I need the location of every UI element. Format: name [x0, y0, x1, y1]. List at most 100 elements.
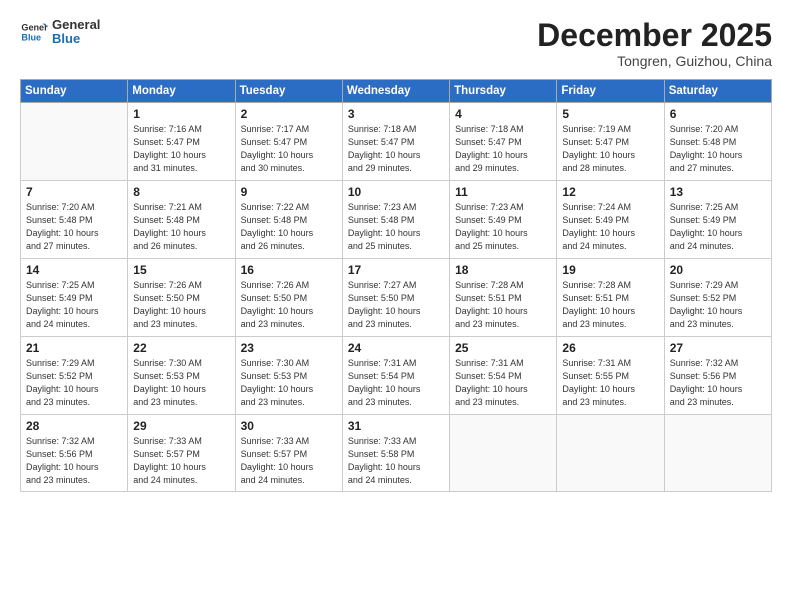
- day-number: 26: [562, 341, 658, 355]
- calendar-cell: 26 Sunrise: 7:31 AM Sunset: 5:55 PM Dayli…: [557, 337, 664, 415]
- calendar-cell: [21, 103, 128, 181]
- calendar-cell: [664, 415, 771, 492]
- weekday-header-wednesday: Wednesday: [342, 80, 449, 103]
- day-info: Sunrise: 7:23 AM Sunset: 5:49 PM Dayligh…: [455, 201, 551, 253]
- day-info: Sunrise: 7:20 AM Sunset: 5:48 PM Dayligh…: [26, 201, 122, 253]
- calendar-cell: 12 Sunrise: 7:24 AM Sunset: 5:49 PM Dayli…: [557, 181, 664, 259]
- day-info: Sunrise: 7:22 AM Sunset: 5:48 PM Dayligh…: [241, 201, 337, 253]
- day-number: 12: [562, 185, 658, 199]
- calendar-cell: 2 Sunrise: 7:17 AM Sunset: 5:47 PM Daylig…: [235, 103, 342, 181]
- day-number: 14: [26, 263, 122, 277]
- weekday-header-sunday: Sunday: [21, 80, 128, 103]
- calendar-cell: 25 Sunrise: 7:31 AM Sunset: 5:54 PM Dayli…: [450, 337, 557, 415]
- calendar-cell: 24Sunrise: 7:31 AM Sunset: 5:54 PM Dayli…: [342, 337, 449, 415]
- day-number: 15: [133, 263, 229, 277]
- calendar-cell: 10 Sunrise: 7:23 AM Sunset: 5:48 PM Dayli…: [342, 181, 449, 259]
- day-number: 20: [670, 263, 766, 277]
- calendar-cell: 7Sunrise: 7:20 AM Sunset: 5:48 PM Daylig…: [21, 181, 128, 259]
- calendar-cell: 18 Sunrise: 7:28 AM Sunset: 5:51 PM Dayli…: [450, 259, 557, 337]
- day-info: Sunrise: 7:18 AM Sunset: 5:47 PM Dayligh…: [455, 123, 551, 175]
- logo-icon: General Blue: [20, 18, 48, 46]
- weekday-header-saturday: Saturday: [664, 80, 771, 103]
- day-number: 6: [670, 107, 766, 121]
- calendar-cell: 1Sunrise: 7:16 AM Sunset: 5:47 PM Daylig…: [128, 103, 235, 181]
- day-number: 3: [348, 107, 444, 121]
- day-info: Sunrise: 7:31 AM Sunset: 5:54 PM Dayligh…: [455, 357, 551, 409]
- day-number: 31: [348, 419, 444, 433]
- weekday-header-monday: Monday: [128, 80, 235, 103]
- weekday-header-row: SundayMondayTuesdayWednesdayThursdayFrid…: [21, 80, 772, 103]
- day-number: 4: [455, 107, 551, 121]
- day-info: Sunrise: 7:26 AM Sunset: 5:50 PM Dayligh…: [133, 279, 229, 331]
- day-info: Sunrise: 7:28 AM Sunset: 5:51 PM Dayligh…: [455, 279, 551, 331]
- day-info: Sunrise: 7:32 AM Sunset: 5:56 PM Dayligh…: [26, 435, 122, 487]
- calendar-cell: 11 Sunrise: 7:23 AM Sunset: 5:49 PM Dayli…: [450, 181, 557, 259]
- day-number: 8: [133, 185, 229, 199]
- day-number: 29: [133, 419, 229, 433]
- week-row-2: 7Sunrise: 7:20 AM Sunset: 5:48 PM Daylig…: [21, 181, 772, 259]
- calendar-cell: 23 Sunrise: 7:30 AM Sunset: 5:53 PM Dayli…: [235, 337, 342, 415]
- day-number: 16: [241, 263, 337, 277]
- day-info: Sunrise: 7:25 AM Sunset: 5:49 PM Dayligh…: [26, 279, 122, 331]
- calendar-cell: [557, 415, 664, 492]
- calendar-cell: [450, 415, 557, 492]
- calendar-cell: 8 Sunrise: 7:21 AM Sunset: 5:48 PM Daylig…: [128, 181, 235, 259]
- calendar-cell: 13 Sunrise: 7:25 AM Sunset: 5:49 PM Dayli…: [664, 181, 771, 259]
- day-info: Sunrise: 7:33 AM Sunset: 5:57 PM Dayligh…: [241, 435, 337, 487]
- day-number: 21: [26, 341, 122, 355]
- day-info: Sunrise: 7:20 AM Sunset: 5:48 PM Dayligh…: [670, 123, 766, 175]
- day-info: Sunrise: 7:31 AM Sunset: 5:55 PM Dayligh…: [562, 357, 658, 409]
- month-title: December 2025: [537, 18, 772, 53]
- day-info: Sunrise: 7:25 AM Sunset: 5:49 PM Dayligh…: [670, 201, 766, 253]
- day-info: Sunrise: 7:16 AM Sunset: 5:47 PM Dayligh…: [133, 123, 229, 175]
- logo: General Blue General Blue: [20, 18, 100, 47]
- calendar-cell: 28Sunrise: 7:32 AM Sunset: 5:56 PM Dayli…: [21, 415, 128, 492]
- day-number: 11: [455, 185, 551, 199]
- day-number: 10: [348, 185, 444, 199]
- day-info: Sunrise: 7:18 AM Sunset: 5:47 PM Dayligh…: [348, 123, 444, 175]
- calendar-cell: 17Sunrise: 7:27 AM Sunset: 5:50 PM Dayli…: [342, 259, 449, 337]
- calendar-cell: 6 Sunrise: 7:20 AM Sunset: 5:48 PM Daylig…: [664, 103, 771, 181]
- week-row-3: 14 Sunrise: 7:25 AM Sunset: 5:49 PM Dayli…: [21, 259, 772, 337]
- calendar-cell: 4 Sunrise: 7:18 AM Sunset: 5:47 PM Daylig…: [450, 103, 557, 181]
- day-number: 19: [562, 263, 658, 277]
- day-info: Sunrise: 7:28 AM Sunset: 5:51 PM Dayligh…: [562, 279, 658, 331]
- calendar-cell: 5 Sunrise: 7:19 AM Sunset: 5:47 PM Daylig…: [557, 103, 664, 181]
- calendar-cell: 31Sunrise: 7:33 AM Sunset: 5:58 PM Dayli…: [342, 415, 449, 492]
- day-info: Sunrise: 7:29 AM Sunset: 5:52 PM Dayligh…: [670, 279, 766, 331]
- day-info: Sunrise: 7:32 AM Sunset: 5:56 PM Dayligh…: [670, 357, 766, 409]
- day-number: 5: [562, 107, 658, 121]
- day-info: Sunrise: 7:21 AM Sunset: 5:48 PM Dayligh…: [133, 201, 229, 253]
- location-text: Tongren, Guizhou, China: [537, 53, 772, 69]
- day-info: Sunrise: 7:19 AM Sunset: 5:47 PM Dayligh…: [562, 123, 658, 175]
- calendar-cell: 3 Sunrise: 7:18 AM Sunset: 5:47 PM Daylig…: [342, 103, 449, 181]
- day-info: Sunrise: 7:30 AM Sunset: 5:53 PM Dayligh…: [133, 357, 229, 409]
- day-number: 18: [455, 263, 551, 277]
- day-number: 13: [670, 185, 766, 199]
- logo-general-text: General: [52, 18, 100, 32]
- week-row-5: 28Sunrise: 7:32 AM Sunset: 5:56 PM Dayli…: [21, 415, 772, 492]
- day-number: 2: [241, 107, 337, 121]
- day-number: 23: [241, 341, 337, 355]
- calendar-cell: 16 Sunrise: 7:26 AM Sunset: 5:50 PM Dayli…: [235, 259, 342, 337]
- title-block: December 2025 Tongren, Guizhou, China: [537, 18, 772, 69]
- day-number: 25: [455, 341, 551, 355]
- day-number: 24: [348, 341, 444, 355]
- week-row-1: 1Sunrise: 7:16 AM Sunset: 5:47 PM Daylig…: [21, 103, 772, 181]
- calendar-cell: 30 Sunrise: 7:33 AM Sunset: 5:57 PM Dayli…: [235, 415, 342, 492]
- day-number: 30: [241, 419, 337, 433]
- page-container: General Blue General Blue December 2025 …: [0, 0, 792, 612]
- day-info: Sunrise: 7:24 AM Sunset: 5:49 PM Dayligh…: [562, 201, 658, 253]
- day-number: 27: [670, 341, 766, 355]
- calendar-cell: 9Sunrise: 7:22 AM Sunset: 5:48 PM Daylig…: [235, 181, 342, 259]
- day-info: Sunrise: 7:30 AM Sunset: 5:53 PM Dayligh…: [241, 357, 337, 409]
- day-info: Sunrise: 7:27 AM Sunset: 5:50 PM Dayligh…: [348, 279, 444, 331]
- day-info: Sunrise: 7:23 AM Sunset: 5:48 PM Dayligh…: [348, 201, 444, 253]
- calendar-table: SundayMondayTuesdayWednesdayThursdayFrid…: [20, 79, 772, 492]
- logo-blue-text: Blue: [52, 32, 100, 46]
- weekday-header-thursday: Thursday: [450, 80, 557, 103]
- day-number: 22: [133, 341, 229, 355]
- calendar-cell: 15 Sunrise: 7:26 AM Sunset: 5:50 PM Dayli…: [128, 259, 235, 337]
- day-info: Sunrise: 7:26 AM Sunset: 5:50 PM Dayligh…: [241, 279, 337, 331]
- day-info: Sunrise: 7:17 AM Sunset: 5:47 PM Dayligh…: [241, 123, 337, 175]
